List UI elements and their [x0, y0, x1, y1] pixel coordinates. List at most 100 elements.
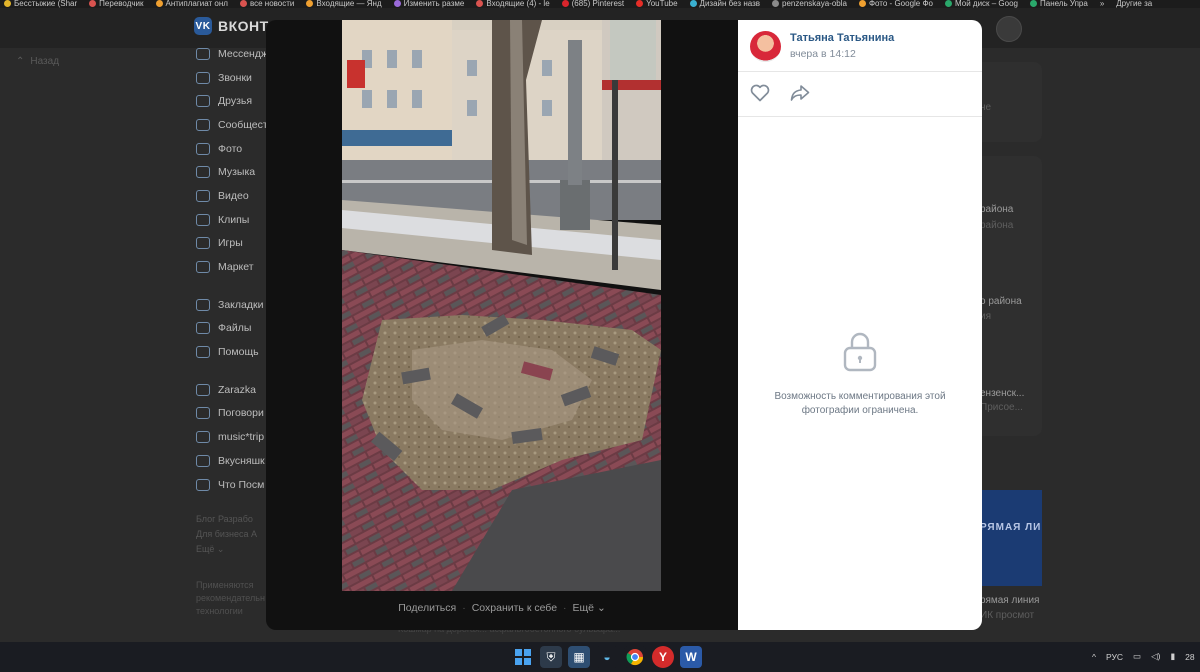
sidebar-item[interactable]: Игры [196, 232, 268, 256]
sidebar-item[interactable]: Друзья [196, 89, 268, 113]
restriction-line-2: фотографии ограничена. [801, 405, 919, 416]
volume-icon[interactable]: ◁) [1151, 651, 1160, 662]
sidebar-item[interactable]: Помощь [196, 340, 268, 364]
restriction-line-1: Возможность комментирования этой [774, 391, 946, 402]
sidebar-item-label: Мессендж [218, 47, 268, 60]
sidebar-item-label: Помощь [218, 346, 259, 359]
bookmark-item[interactable]: Дизайн без назв [689, 0, 760, 8]
sidebar-item-label: Клипы [218, 213, 250, 226]
chevron-down-icon: ⌄ [596, 602, 606, 614]
promo-title[interactable]: рямая линия [980, 595, 1042, 606]
sidebar-item[interactable]: music*trip [196, 425, 268, 449]
group-name-1[interactable]: района [980, 204, 1042, 215]
save-to-album-link[interactable]: Сохранить к себе [472, 602, 557, 614]
start-icon[interactable] [512, 646, 534, 668]
sidebar-item[interactable]: Сообщест [196, 113, 268, 137]
sidebar-item[interactable]: Файлы [196, 317, 268, 341]
author-name[interactable]: Татьяна Татьянина [790, 32, 894, 44]
footer-more[interactable]: Ещё ⌄ [196, 542, 268, 557]
bookmark-item[interactable]: Входящие — Янд [306, 0, 382, 8]
sidebar-item-label: Фото [218, 142, 243, 155]
back-link[interactable]: ⌃ Назад [16, 56, 59, 67]
share-icon[interactable] [790, 84, 810, 102]
clock[interactable]: 28 [1185, 652, 1194, 662]
bookmark-favicon-icon [772, 0, 780, 7]
app-shield-icon[interactable]: ⛨ [540, 646, 562, 668]
sidebar-item[interactable]: Видео [196, 184, 268, 208]
sidebar-item[interactable]: Закладки [196, 293, 268, 317]
sidebar-item-icon [196, 478, 210, 491]
sidebar-item[interactable]: Музыка [196, 160, 268, 184]
vk-logo[interactable]: VK ВКОНТ [194, 17, 269, 35]
sidebar-item[interactable]: Фото [196, 137, 268, 161]
bookmark-item[interactable]: Бесстыжие (Shar [4, 0, 77, 8]
more-menu[interactable]: Ещё ⌄ [573, 602, 606, 614]
sidebar-item-icon [196, 454, 210, 467]
sidebar-item-label: Друзья [218, 95, 253, 108]
sidebar-item-label: Что Посм [218, 478, 265, 491]
bookmark-label: Входящие (4) - le [486, 0, 550, 8]
bookmark-item[interactable]: penzenskaya-obla [772, 0, 847, 8]
user-avatar[interactable] [996, 16, 1022, 42]
photo[interactable] [342, 20, 661, 591]
bookmark-favicon-icon [4, 0, 11, 7]
bookmark-label: Бесстыжие (Shar [14, 0, 78, 8]
photo-actions [738, 72, 982, 117]
group-name-3[interactable]: ензенск... [980, 388, 1042, 399]
sidebar-item-label: Видео [218, 189, 249, 202]
bookmark-item[interactable]: YouTube [636, 0, 678, 8]
author-header: Татьяна Татьянина вчера в 14:12 [738, 20, 982, 72]
bookmark-item[interactable]: Фото - Google Фо [858, 0, 933, 8]
photo-image [342, 20, 661, 591]
language-indicator[interactable]: РУС [1106, 652, 1123, 662]
sidebar-item[interactable]: Zarazka [196, 378, 268, 402]
bookmark-item[interactable]: Антиплагиат онл [155, 0, 228, 8]
bookmark-label: Мой диск – Goog [955, 0, 1018, 8]
bookmark-label: penzenskaya-obla [782, 0, 847, 8]
sidebar-item[interactable]: Звонки [196, 66, 268, 90]
bookmark-item[interactable]: Изменить разме [393, 0, 464, 8]
bookmark-item[interactable]: Другие за [1116, 0, 1152, 8]
sidebar-item[interactable]: Вкусняшк [196, 449, 268, 473]
bookmark-item[interactable]: (685) Pinterest [561, 0, 624, 8]
post-time[interactable]: вчера в 14:12 [790, 48, 856, 60]
yandex-browser-icon[interactable]: Y [652, 646, 674, 668]
photo-viewer: Поделиться · Сохранить к себе · Ещё ⌄ [266, 20, 738, 630]
bookmark-item[interactable]: Мой диск – Goog [945, 0, 1018, 8]
bookmark-favicon-icon [239, 0, 247, 7]
author-avatar[interactable] [750, 31, 781, 62]
bookmark-item[interactable]: все новости [239, 0, 294, 8]
sidebar-item-label: Маркет [218, 261, 254, 274]
bookmarks-bar: Бесстыжие (Shar Переводчик Антиплагиат онл… [0, 0, 1200, 8]
bookmark-favicon-icon [858, 0, 866, 7]
battery-icon[interactable]: ▮ [1170, 651, 1175, 662]
chrome-icon[interactable] [624, 646, 646, 668]
bookmark-label: Панель Упра [1040, 0, 1088, 8]
chevron-up-icon[interactable]: ^ [1092, 652, 1096, 662]
heart-icon[interactable] [750, 84, 770, 102]
bookmark-item[interactable]: Панель Упра [1030, 0, 1088, 8]
bookmark-item[interactable]: Входящие (4) - le [476, 0, 550, 8]
sidebar-item-label: Закладки [218, 298, 264, 311]
bookmark-item[interactable]: » [1100, 0, 1104, 8]
word-icon[interactable]: W [680, 646, 702, 668]
promo-banner[interactable]: РЯМАЯ ЛИ [980, 490, 1042, 586]
taskbar-apps: ⛨ ▦ ◒ Y W [512, 646, 702, 668]
sidebar-item[interactable]: Мессендж [196, 42, 268, 66]
sidebar-item[interactable]: Что Посм [196, 473, 268, 497]
sidebar-item[interactable]: Маркет [196, 255, 268, 279]
more-label: Ещё [572, 602, 595, 614]
footer-links-1[interactable]: Блог Разрабо [196, 512, 268, 527]
sidebar-item-icon [196, 407, 210, 420]
footer-note-3[interactable]: технологии [196, 605, 268, 618]
calculator-icon[interactable]: ▦ [568, 646, 590, 668]
group-name-2[interactable]: о района [980, 296, 1042, 307]
bookmark-favicon-icon [945, 0, 952, 7]
sidebar-item[interactable]: Поговори [196, 402, 268, 426]
display-icon[interactable]: ▭ [1133, 651, 1141, 662]
footer-links-2[interactable]: Для бизнеса А [196, 527, 268, 542]
share-link[interactable]: Поделиться [398, 602, 456, 614]
sidebar-item[interactable]: Клипы [196, 208, 268, 232]
edge-icon[interactable]: ◒ [596, 646, 618, 668]
bookmark-item[interactable]: Переводчик [89, 0, 144, 8]
